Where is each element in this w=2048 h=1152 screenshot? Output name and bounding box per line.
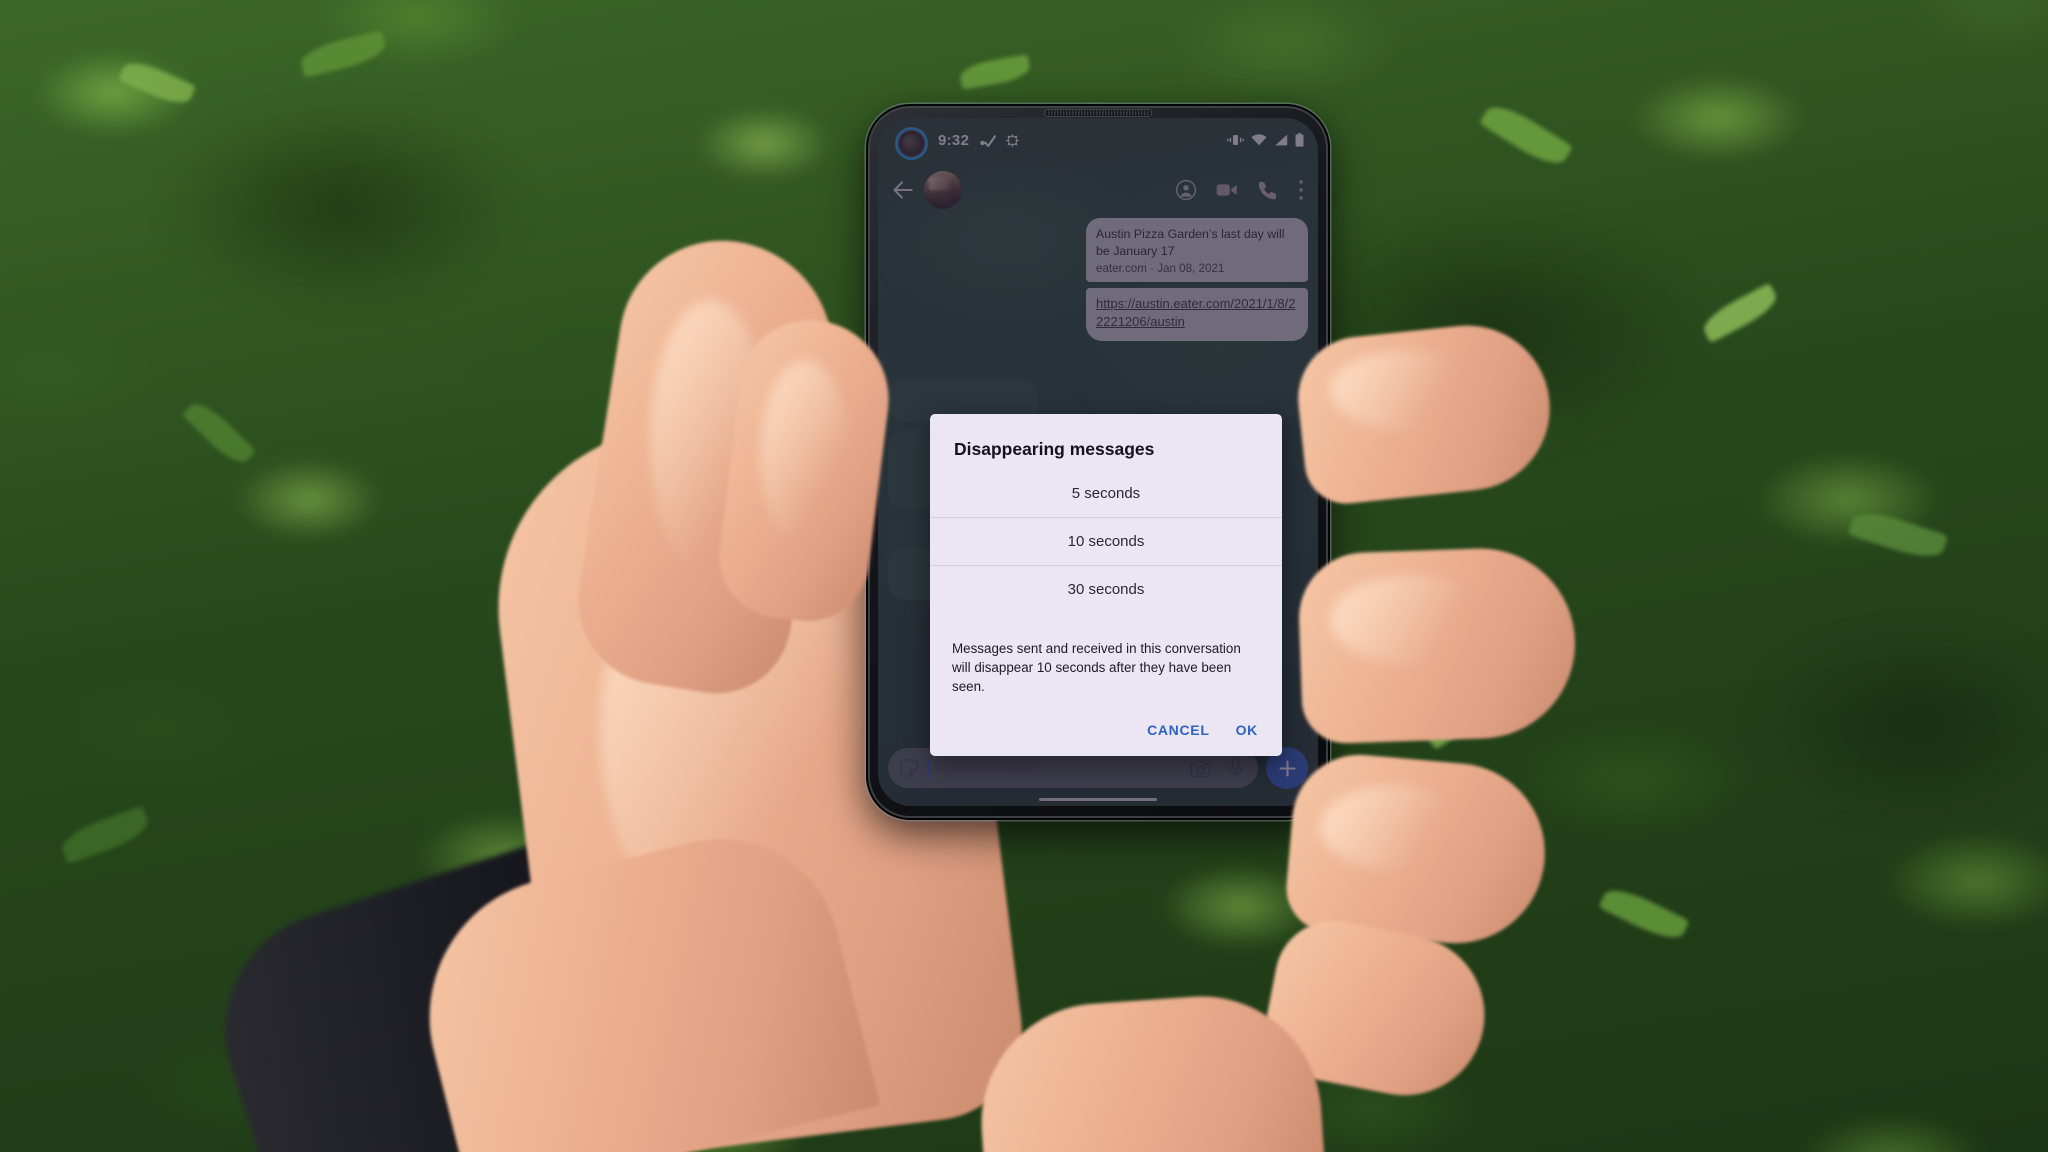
middle-finger: [1296, 545, 1579, 745]
fingers-front: [0, 0, 2048, 1152]
photo-scene: 9:32: [0, 0, 2048, 1152]
index-finger: [1292, 317, 1558, 508]
thumb-tip: [712, 311, 898, 629]
